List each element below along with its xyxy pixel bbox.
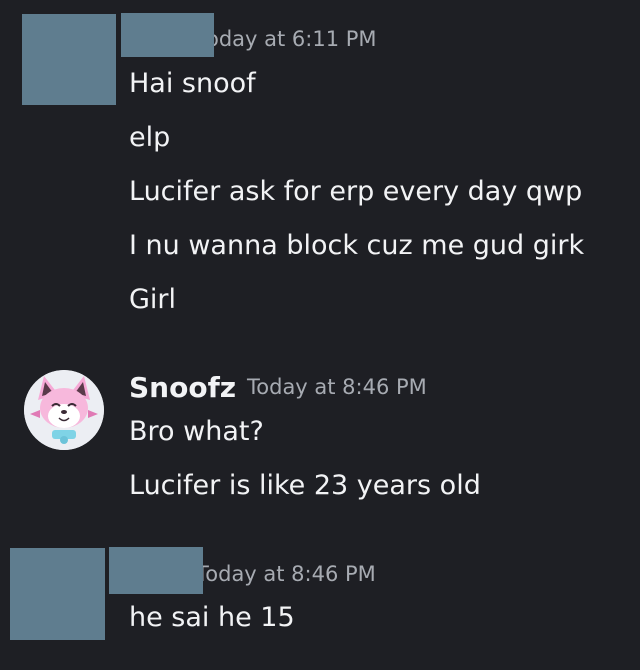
- message-text: he sai he 15: [129, 602, 295, 633]
- fox-avatar-icon: [24, 370, 104, 450]
- message-timestamp: oday at 6:11 PM: [206, 27, 377, 51]
- message-text: I nu wanna block cuz me gud girk: [129, 230, 585, 261]
- message-timestamp: Today at 8:46 PM: [196, 562, 376, 586]
- message-text: Lucifer ask for erp every day qwp: [129, 176, 583, 207]
- username-redacted[interactable]: [121, 13, 214, 57]
- avatar-redacted[interactable]: [22, 14, 116, 105]
- message-text: elp: [129, 122, 171, 153]
- username-redacted[interactable]: [109, 547, 203, 594]
- message-text: Hai snoof: [129, 68, 256, 99]
- message-text: Lucifer is like 23 years old: [129, 470, 481, 501]
- message-text: Bro what?: [129, 416, 264, 447]
- avatar-redacted[interactable]: [10, 548, 105, 640]
- message-timestamp: Today at 8:46 PM: [247, 375, 427, 399]
- username[interactable]: Snoofz: [129, 371, 236, 404]
- message-text: Girl: [129, 284, 177, 315]
- avatar[interactable]: [24, 370, 104, 450]
